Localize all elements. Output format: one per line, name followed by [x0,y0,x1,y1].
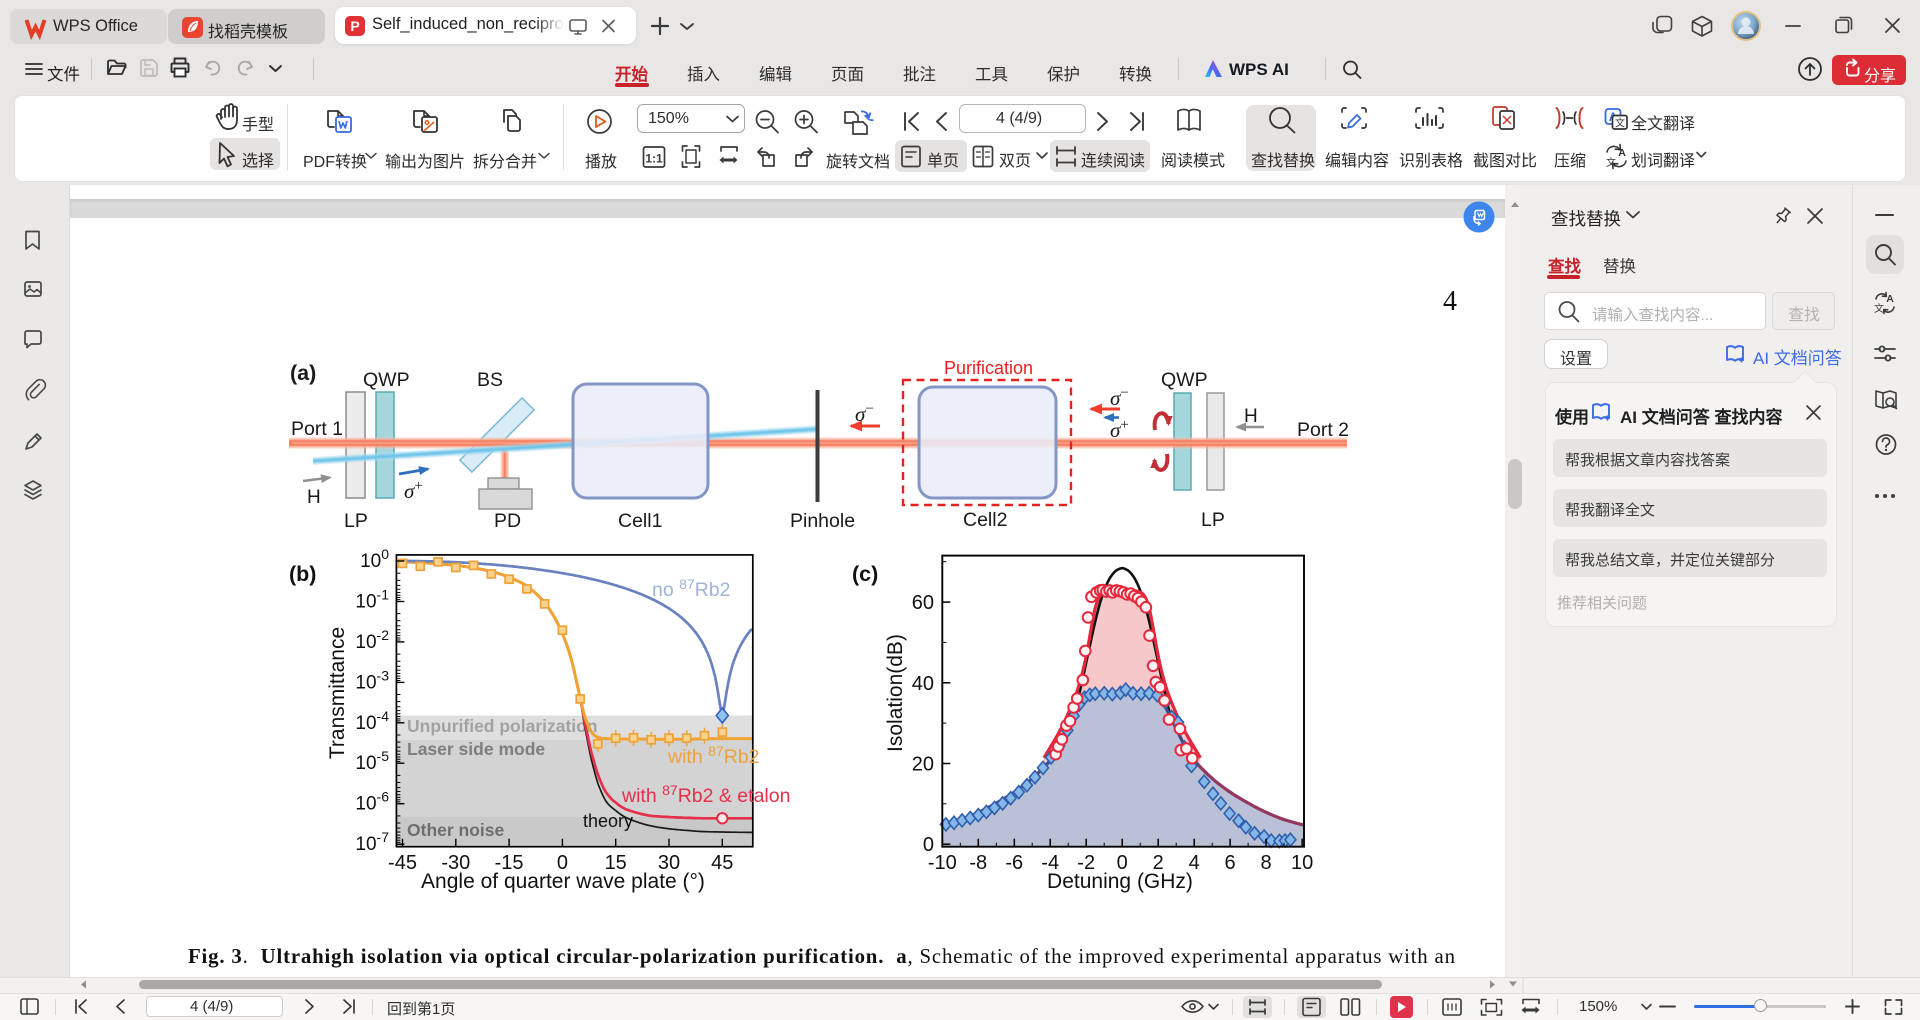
svg-text:(b): (b) [289,562,316,586]
svg-text:σ−: σ− [1110,385,1129,410]
svg-text:10-5: 10-5 [355,748,389,774]
svg-text:Detuning (GHz): Detuning (GHz) [1047,870,1193,893]
svg-text:10-2: 10-2 [355,627,389,653]
svg-text:10: 10 [1291,852,1313,874]
svg-text:6: 6 [1225,852,1236,874]
svg-text:60: 60 [912,592,934,614]
svg-text:Port 2: Port 2 [1297,419,1349,441]
svg-text:Isolation(dB): Isolation(dB) [884,634,907,752]
svg-text:100: 100 [360,546,389,572]
svg-text:LP: LP [344,510,368,532]
svg-text:Cell2: Cell2 [963,509,1007,531]
svg-text:10-4: 10-4 [355,708,389,734]
svg-text:Fig. 3. Ultrahigh isolation v: Fig. 3. Ultrahigh isolation via optical … [188,945,1456,968]
svg-text:PD: PD [494,510,521,532]
svg-text:Unpurified polarization: Unpurified polarization [407,716,598,736]
svg-text:10-3: 10-3 [355,667,389,693]
svg-text:10-6: 10-6 [355,789,389,815]
svg-text:with 87Rb2 & etalon: with 87Rb2 & etalon [621,782,790,807]
svg-text:-8: -8 [969,852,987,874]
svg-text:Pinhole: Pinhole [790,510,855,532]
svg-text:LP: LP [1201,509,1225,531]
svg-text:no 87Rb2: no 87Rb2 [652,576,730,601]
svg-text:0: 0 [923,834,934,856]
svg-text:Transmittance: Transmittance [326,627,349,759]
svg-text:theory: theory [583,811,633,831]
svg-text:Port 1: Port 1 [291,418,343,440]
svg-text:QWP: QWP [363,369,410,391]
svg-text:QWP: QWP [1161,369,1208,391]
svg-text:σ+: σ+ [404,478,423,503]
svg-text:20: 20 [912,754,934,776]
svg-text:Other noise: Other noise [407,820,505,840]
svg-text:(c): (c) [852,562,878,586]
svg-text:-45: -45 [388,852,417,874]
svg-text:10-7: 10-7 [355,829,389,855]
svg-text:Purification: Purification [944,358,1033,378]
svg-text:Angle of quarter wave plate (°: Angle of quarter wave plate (°) [421,870,705,893]
svg-text:10-1: 10-1 [355,587,389,613]
svg-text:-6: -6 [1005,852,1023,874]
svg-text:H: H [307,487,321,508]
svg-text:8: 8 [1261,852,1272,874]
svg-text:BS: BS [477,369,503,391]
svg-text:Laser side mode: Laser side mode [407,739,545,759]
svg-text:(a): (a) [290,361,316,385]
svg-text:Cell1: Cell1 [618,510,662,532]
svg-text:σ−: σ− [855,401,874,426]
svg-text:H: H [1244,406,1258,427]
svg-text:45: 45 [711,852,733,874]
svg-text:40: 40 [912,673,934,695]
svg-text:4: 4 [1443,286,1457,317]
